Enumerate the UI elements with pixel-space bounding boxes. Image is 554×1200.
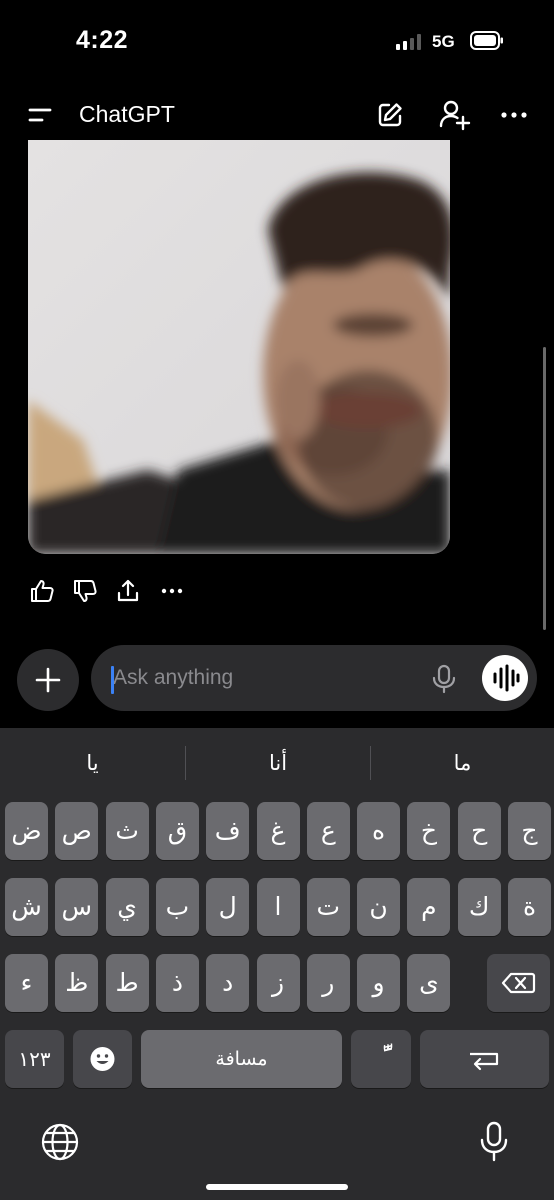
emoji-icon (90, 1047, 115, 1071)
key-row3-1[interactable]: ظ (55, 954, 99, 1012)
new-chat-icon[interactable] (375, 100, 405, 130)
key-row2-9[interactable]: ك (457, 878, 501, 936)
menu-icon[interactable] (26, 104, 54, 126)
key-row1-3[interactable]: ق (155, 802, 199, 860)
key-row3-2[interactable]: ط (105, 954, 149, 1012)
share-icon[interactable] (113, 576, 143, 606)
key-row1-7[interactable]: ه (357, 802, 401, 860)
return-icon (470, 1052, 499, 1071)
network-type: 5G (432, 32, 455, 51)
key-row1-2[interactable]: ث (105, 802, 149, 860)
input-placeholder: Ask anything (113, 666, 234, 689)
add-person-icon[interactable] (437, 98, 471, 132)
key-row3-6[interactable]: ر (306, 954, 350, 1012)
waveform-icon (493, 664, 520, 692)
voice-mode-button[interactable] (482, 655, 528, 701)
page-title: ChatGPT (79, 101, 175, 127)
plus-icon (35, 667, 61, 693)
key-row1-9[interactable]: ح (457, 802, 501, 860)
more-options-icon[interactable] (500, 105, 528, 125)
diacritic-key[interactable]: ًّ (351, 1030, 411, 1088)
key-row2-3[interactable]: ب (155, 878, 199, 936)
attach-button[interactable] (17, 649, 79, 711)
key-row1-1[interactable]: ص (55, 802, 99, 860)
key-row1-10[interactable]: ج (508, 802, 551, 860)
suggestion-3[interactable]: ما (371, 746, 554, 782)
text-caret (111, 666, 114, 694)
thumbs-up-icon[interactable] (27, 576, 57, 606)
key-row1-0[interactable]: ض (5, 802, 48, 860)
scrollbar[interactable] (543, 347, 546, 630)
key-row2-10[interactable]: ة (508, 878, 551, 936)
thumbs-down-icon[interactable] (70, 576, 100, 606)
return-key[interactable] (420, 1030, 549, 1088)
key-row2-5[interactable]: ا (256, 878, 300, 936)
dictation-mic-icon[interactable] (430, 664, 458, 694)
status-time: 4:22 (76, 26, 129, 54)
key-row2-8[interactable]: م (407, 878, 451, 936)
emoji-key[interactable] (73, 1030, 132, 1088)
key-row1-5[interactable]: غ (256, 802, 300, 860)
more-icon[interactable] (157, 576, 187, 606)
delete-key[interactable] (487, 954, 550, 1012)
suggestion-2[interactable]: أنا (186, 746, 370, 782)
key-row3-0[interactable]: ء (5, 954, 48, 1012)
key-row2-4[interactable]: ل (206, 878, 250, 936)
key-row3-3[interactable]: ذ (155, 954, 199, 1012)
key-row2-2[interactable]: ي (105, 878, 149, 936)
home-indicator[interactable] (206, 1184, 348, 1190)
key-row1-4[interactable]: ف (206, 802, 250, 860)
key-row3-8[interactable]: ى (407, 954, 451, 1012)
suggestion-1[interactable]: يا (0, 746, 185, 782)
key-row1-6[interactable]: ع (306, 802, 350, 860)
key-row1-8[interactable]: خ (407, 802, 451, 860)
keyboard-mic-icon[interactable] (478, 1120, 510, 1164)
numbers-key[interactable]: ١٢٣ (5, 1030, 64, 1088)
shared-photo[interactable] (28, 140, 450, 554)
space-key[interactable]: مسافة (141, 1030, 342, 1088)
backspace-icon (501, 972, 536, 994)
globe-icon[interactable] (40, 1122, 80, 1162)
key-row3-4[interactable]: د (206, 954, 250, 1012)
key-row3-7[interactable]: و (357, 954, 401, 1012)
battery-icon (470, 31, 503, 50)
key-row2-6[interactable]: ت (306, 878, 350, 936)
key-row2-0[interactable]: ش (5, 878, 48, 936)
key-row2-1[interactable]: س (55, 878, 99, 936)
key-row3-5[interactable]: ز (256, 954, 300, 1012)
cellular-signal-icon (396, 34, 421, 50)
key-row2-7[interactable]: ن (357, 878, 401, 936)
